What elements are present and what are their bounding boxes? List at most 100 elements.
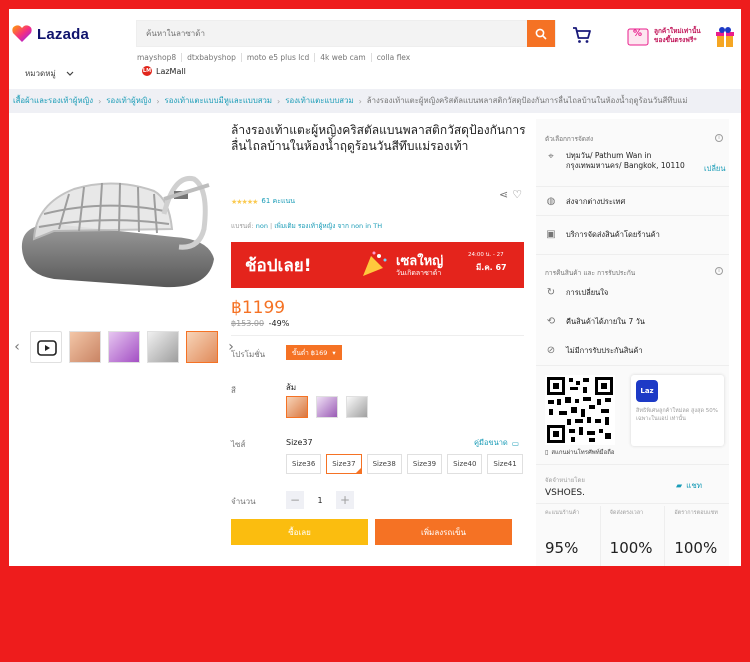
brand-more-link[interactable]: เพิ่มเติม รองเท้าผู้หญิง จาก non in TH (274, 222, 382, 230)
breadcrumb-separator: › (156, 96, 160, 106)
divider (536, 464, 729, 465)
campaign-banner[interactable]: ช้อปเลย! เซลใหญ่ วันเกิดลาซาด้า 24:00 น.… (231, 242, 524, 288)
delivery-title: ตัวเลือกการจัดส่ง (545, 135, 594, 143)
categories-menu[interactable]: หมวดหมู่ (25, 67, 74, 80)
buy-now-button[interactable]: ซื้อเลย (231, 519, 368, 545)
lazmall-icon: LM (142, 66, 152, 76)
breadcrumb-separator: › (277, 96, 281, 106)
lazada-heart-icon (12, 25, 32, 43)
seller-label: จัดจำหน่ายโดย (545, 477, 585, 484)
categories-label: หมวดหมู่ (25, 69, 56, 78)
size-label: ไซส์ (231, 440, 246, 449)
return-7-days: ⟲ คืนสินค้าได้ภายใน 7 วัน (546, 316, 645, 327)
rating: ★★★★★ 61 คะแนน (231, 196, 295, 207)
share-actions: ⋖ ♡ (499, 188, 522, 201)
color-swatch-purple[interactable] (316, 396, 338, 418)
info-icon[interactable]: i (715, 134, 723, 142)
stat-rating: คะแนนร้านค้า 95% (536, 506, 601, 566)
size-option[interactable]: Size37 (326, 454, 362, 474)
color-swatch-orange[interactable] (286, 396, 308, 418)
info-icon[interactable]: i (715, 267, 723, 275)
lazada-logo[interactable]: Lazada (12, 25, 89, 43)
product-main-image[interactable] (14, 119, 222, 324)
chevron-down-icon: ▾ (332, 348, 336, 357)
chevron-left-icon[interactable]: ‹ (11, 339, 23, 355)
rating-count[interactable]: 61 คะแนน (261, 196, 295, 207)
size-option[interactable]: Size39 (406, 454, 443, 474)
delivery-address: ⌖ ปทุมวัน/ Pathum Wan in กรุงเทพมหานคร/ … (545, 151, 686, 171)
banner-shop-now: ช้อปเลย! (245, 256, 312, 276)
new-user-promo[interactable]: % ลูกค้าใหม่เท่านั้น ของขึ้นตรงฟรี* (627, 20, 739, 54)
seller-name[interactable]: VSHOES. (545, 488, 585, 498)
promotion-tag[interactable]: ขั้นต่ำ ฿169 ▾ (286, 345, 342, 360)
sandal-image (21, 175, 215, 288)
discount-badge: -49% (268, 319, 290, 328)
location-pin-icon: ⌖ (548, 151, 554, 162)
color-swatch-clear[interactable] (346, 396, 368, 418)
divider (536, 215, 729, 216)
thumbnail-image[interactable] (186, 331, 218, 363)
suggestion-link[interactable]: dtxbabyshop (182, 53, 242, 62)
heart-icon[interactable]: ♡ (512, 188, 522, 201)
scan-hint: ▯ สแกนผ่านโทรศัพท์มือถือ (545, 448, 615, 457)
cart-icon (573, 27, 591, 43)
suggestion-link[interactable]: moto e5 plus lcd (242, 53, 316, 62)
return-icon: ↻ (546, 287, 556, 298)
ruler-icon: ▭ (511, 438, 519, 448)
divider (536, 365, 729, 366)
breadcrumb-item[interactable]: รองเท้าแตะแบบมีหูและแบบสวม (165, 95, 273, 107)
lazada-wordmark: Lazada (37, 25, 90, 43)
qr-code[interactable] (545, 375, 615, 445)
banner-big-sale: เซลใหญ่ วันเกิดลาซาด้า 24:00 น. - 27 มี.… (396, 252, 507, 277)
brand-link[interactable]: non (256, 222, 268, 230)
product-title: ล้างรองเท้าแตะผู้หญิงคริสตัลแบนพลาสติกวั… (231, 123, 526, 153)
stat-on-time: จัดส่งตรงเวลา 100% (601, 506, 666, 566)
lazada-app-icon: Laz (636, 380, 658, 402)
search-bar (136, 20, 556, 47)
suggestion-link[interactable]: 4k web cam (315, 53, 372, 62)
chat-icon: ▰ (676, 481, 683, 490)
delivery-panel: ตัวเลือกการจัดส่ง i ⌖ ปทุมวัน/ Pathum Wa… (536, 119, 729, 566)
search-input[interactable] (137, 21, 527, 46)
size-option[interactable]: Size41 (487, 454, 523, 474)
promotion-label: โปรโมชั่น (231, 350, 266, 359)
suggestion-link[interactable]: mayshop8 (137, 53, 183, 62)
stat-chat-response: อัตราการตอบแชท 100% (674, 510, 718, 557)
product-info: ล้างรองเท้าแตะผู้หญิงคริสตัลแบนพลาสติกวั… (231, 122, 527, 545)
refresh-icon: ⟲ (546, 316, 556, 327)
size-option[interactable]: Size38 (366, 454, 402, 474)
breadcrumb-item[interactable]: รองเท้าแตะแบบสวม (285, 95, 353, 107)
divider (536, 503, 729, 504)
share-icon[interactable]: ⋖ (499, 188, 508, 201)
divider (231, 335, 524, 336)
app-promo-card[interactable]: Laz สิทธิพิเศษลูกค้าใหม่ลด สูงสุด 50% เฉ… (631, 375, 724, 446)
thumbnail-image[interactable] (147, 331, 179, 363)
seller-delivery: ▣ บริการจัดส่งสินค้าโดยร้านค้า (546, 229, 660, 240)
add-to-cart-button[interactable]: เพิ่มลงรถเข็น (375, 519, 512, 545)
breadcrumb-separator: › (358, 96, 362, 106)
lazmall-label: LazMall (156, 66, 186, 76)
search-button[interactable] (527, 20, 555, 47)
chat-button[interactable]: ▰ แชท (676, 479, 702, 492)
breadcrumb-item[interactable]: เสื้อผ้าและรองเท้าผู้หญิง (13, 95, 93, 107)
brand-line: แบรนด์: non | เพิ่มเติม รองเท้าผู้หญิง จ… (231, 222, 383, 230)
gift-icon (716, 27, 734, 47)
qty-minus-button[interactable]: − (286, 491, 304, 509)
suggestion-link[interactable]: colla flex (372, 53, 416, 62)
return-change-mind: ↻ การเปลี่ยนใจ (546, 287, 609, 298)
thumbnail-image[interactable] (69, 331, 101, 363)
breadcrumb-item[interactable]: รองเท้าผู้หญิง (106, 95, 151, 107)
qty-plus-button[interactable]: + (336, 491, 354, 509)
size-option[interactable]: Size40 (447, 454, 483, 474)
truck-icon: ▣ (546, 229, 556, 240)
size-guide-link[interactable]: คู่มือขนาด ▭ (474, 437, 519, 449)
change-address-link[interactable]: เปลี่ยน (704, 163, 725, 175)
color-value: ส้ม (286, 383, 297, 392)
video-thumbnail[interactable] (30, 331, 62, 363)
size-option[interactable]: Size36 (286, 454, 322, 474)
lazmall-link[interactable]: LM LazMall (142, 66, 186, 76)
thumbnail-image[interactable] (108, 331, 140, 363)
cart-button[interactable] (572, 26, 592, 47)
qty-value[interactable]: 1 (314, 496, 326, 505)
search-icon (535, 28, 547, 40)
